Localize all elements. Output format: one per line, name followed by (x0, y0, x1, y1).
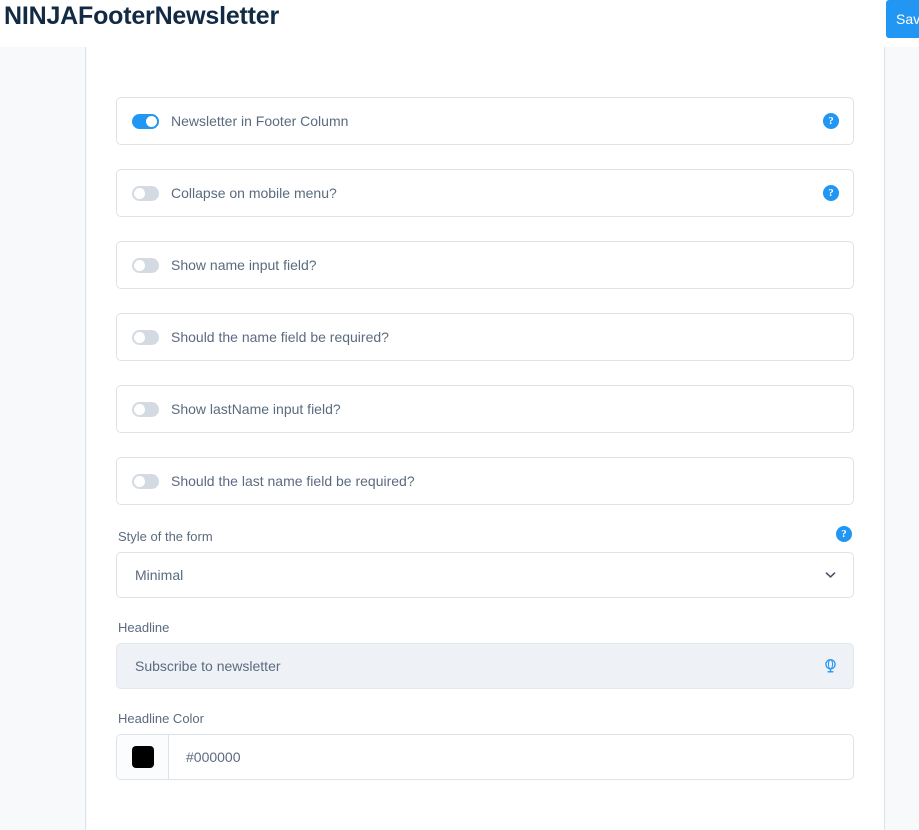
field-label: Style of the form (118, 529, 213, 544)
toggle-switch[interactable] (132, 113, 159, 129)
select-value: Minimal (135, 567, 184, 583)
headline-input-value: Subscribe to newsletter (135, 658, 281, 674)
help-icon[interactable]: ? (823, 113, 839, 129)
settings-form: Newsletter in Footer Column ? Collapse o… (116, 97, 854, 802)
toggle-row-last-name-field-required[interactable]: Should the last name field be required? (116, 457, 854, 505)
help-icon[interactable]: ? (823, 185, 839, 201)
color-swatch-button[interactable] (117, 735, 169, 779)
settings-content-panel: Newsletter in Footer Column ? Collapse o… (87, 47, 885, 830)
toggle-label: Show lastName input field? (171, 401, 341, 417)
top-header-bar: NINJAFooterNewsletter Save (0, 0, 919, 47)
toggle-switch[interactable] (132, 329, 159, 345)
toggle-label: Show name input field? (171, 257, 317, 273)
toggle-label: Newsletter in Footer Column (171, 113, 349, 129)
right-rail (886, 47, 919, 830)
page-background: Newsletter in Footer Column ? Collapse o… (0, 47, 919, 830)
toggle-switch[interactable] (132, 185, 159, 201)
help-icon[interactable]: ? (836, 526, 852, 542)
toggle-row-show-lastname-input-field[interactable]: Show lastName input field? (116, 385, 854, 433)
field-group-headline-color: Headline Color #000000 (116, 711, 854, 780)
toggle-row-newsletter-in-footer-column[interactable]: Newsletter in Footer Column ? (116, 97, 854, 145)
save-button[interactable]: Save (886, 0, 919, 38)
color-hex-value[interactable]: #000000 (169, 735, 853, 779)
chevron-down-icon[interactable] (824, 569, 837, 582)
toggle-switch[interactable] (132, 257, 159, 273)
toggle-label: Should the last name field be required? (171, 473, 415, 489)
field-group-style-of-the-form: Style of the form ? Minimal (116, 526, 854, 598)
translate-globe-icon[interactable] (822, 658, 839, 675)
toggle-row-show-name-input-field[interactable]: Show name input field? (116, 241, 854, 289)
color-swatch (131, 746, 154, 768)
field-group-headline: Headline Subscribe to newsletter (116, 620, 854, 689)
toggle-label: Collapse on mobile menu? (171, 185, 337, 201)
field-label: Headline (118, 620, 170, 635)
toggle-label: Should the name field be required? (171, 329, 389, 345)
toggle-row-collapse-on-mobile-menu[interactable]: Collapse on mobile menu? ? (116, 169, 854, 217)
toggle-switch[interactable] (132, 401, 159, 417)
headline-color-input[interactable]: #000000 (116, 734, 854, 780)
page-title: NINJAFooterNewsletter (4, 2, 280, 30)
left-rail (0, 47, 86, 830)
style-of-the-form-select[interactable]: Minimal (116, 552, 854, 598)
toggle-row-name-field-required[interactable]: Should the name field be required? (116, 313, 854, 361)
headline-input[interactable]: Subscribe to newsletter (116, 643, 854, 689)
field-label: Headline Color (118, 711, 204, 726)
toggle-switch[interactable] (132, 473, 159, 489)
